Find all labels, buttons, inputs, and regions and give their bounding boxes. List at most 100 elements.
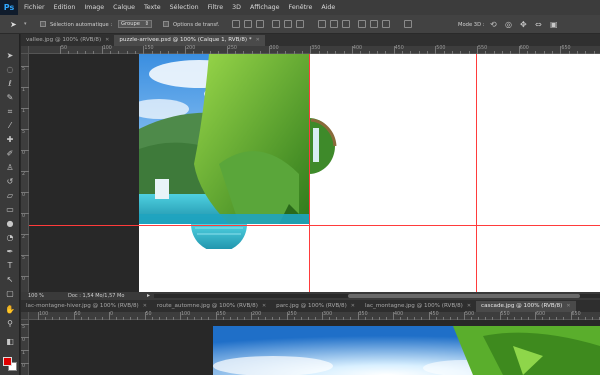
status-menu-arrow-icon[interactable]: ▸ xyxy=(147,292,150,299)
tab-parc[interactable]: parc.jpg @ 100% (RVB/8) ✕ xyxy=(271,301,360,312)
roll-3d-icon[interactable]: ◎ xyxy=(505,20,512,29)
close-icon[interactable]: ✕ xyxy=(105,35,109,46)
auto-select-checkbox[interactable] xyxy=(40,21,46,27)
ruler-tick xyxy=(357,312,359,320)
menu-selection[interactable]: Sélection xyxy=(170,4,199,11)
move-icon[interactable]: ➤ xyxy=(3,50,17,62)
ruler-label: 450 xyxy=(429,312,439,317)
align-top-icon[interactable] xyxy=(232,20,240,28)
auto-select-dropdown[interactable]: Groupe ⇕ xyxy=(118,20,152,28)
horizontal-guide[interactable] xyxy=(29,225,600,226)
rotate-3d-icon[interactable]: ⟲ xyxy=(490,20,497,29)
distribute-hcenter-icon[interactable] xyxy=(370,20,378,28)
ruler-label: 0 xyxy=(22,214,26,219)
align-hcenter-icon[interactable] xyxy=(284,20,292,28)
close-icon[interactable]: ✕ xyxy=(143,301,147,312)
distribute-top-icon[interactable] xyxy=(318,20,326,28)
menu-fenetre[interactable]: Fenêtre xyxy=(289,4,313,11)
menu-image[interactable]: Image xyxy=(84,4,104,11)
brush-icon[interactable]: ✐ xyxy=(3,148,17,160)
menu-affichage[interactable]: Affichage xyxy=(250,4,280,11)
vertical-guide-2[interactable] xyxy=(476,54,477,292)
default-colors-icon[interactable]: ◧ xyxy=(3,336,17,348)
menu-texte[interactable]: Texte xyxy=(144,4,161,11)
scrollbar-thumb[interactable] xyxy=(348,294,580,298)
tab-vallee[interactable]: vallee.jpg @ 100% (RVB/8) ✕ xyxy=(21,35,114,46)
close-icon[interactable]: ✕ xyxy=(351,301,355,312)
move-tool-icon[interactable]: ➤ xyxy=(10,20,17,29)
align-left-icon[interactable] xyxy=(272,20,280,28)
zoom-icon[interactable]: ⚲ xyxy=(3,318,17,330)
quick-select-icon[interactable]: ✎ xyxy=(3,92,17,104)
ruler-tick xyxy=(499,312,501,320)
scroll-left-icon[interactable] xyxy=(158,293,162,299)
ruler-label: 250 xyxy=(287,312,297,317)
zoom-level[interactable]: 100 % xyxy=(28,293,44,299)
align-right-icon[interactable] xyxy=(296,20,304,28)
ruler-tick xyxy=(21,255,29,256)
align-bottom-icon[interactable] xyxy=(256,20,264,28)
crop-icon[interactable]: ⌗ xyxy=(3,106,17,118)
menu-calque[interactable]: Calque xyxy=(113,4,135,11)
ruler-tick xyxy=(21,150,29,151)
close-icon[interactable]: ✕ xyxy=(467,301,471,312)
stamp-icon[interactable]: ♙ xyxy=(3,162,17,174)
ruler-tick xyxy=(21,324,29,325)
shape-icon[interactable]: ▢ xyxy=(3,288,17,300)
tab-lac-montagne-hiver[interactable]: lac-montagne-hiver.jpg @ 100% (RVB/8) ✕ xyxy=(21,301,152,312)
menu-fichier[interactable]: Fichier xyxy=(24,4,45,11)
canvas-workspace-bottom[interactable] xyxy=(29,320,600,375)
ruler-label: 0 xyxy=(22,151,26,156)
vertical-guide-1[interactable] xyxy=(309,54,310,292)
close-icon[interactable]: ✕ xyxy=(256,35,260,46)
canvas-workspace[interactable] xyxy=(29,54,600,292)
distribute-vcenter-icon[interactable] xyxy=(330,20,338,28)
menu-filtre[interactable]: Filtre xyxy=(208,4,223,11)
eraser-icon[interactable]: ▱ xyxy=(3,190,17,202)
align-vcenter-icon[interactable] xyxy=(244,20,252,28)
ruler-label: 200 xyxy=(252,312,262,317)
ruler-tick xyxy=(226,46,228,54)
drag-3d-icon[interactable]: ✥ xyxy=(520,20,527,29)
ruler-tick xyxy=(518,46,520,54)
transform-checkbox[interactable] xyxy=(163,21,169,27)
auto-align-icon[interactable] xyxy=(404,20,412,28)
tool-preset-dropdown-icon[interactable]: ▾ xyxy=(24,21,27,27)
ruler-label: 550 xyxy=(500,312,510,317)
path-select-icon[interactable]: ↖ xyxy=(3,274,17,286)
cascade-image[interactable] xyxy=(213,326,600,375)
gradient-icon[interactable]: ▭ xyxy=(3,204,17,216)
ruler-tick xyxy=(428,312,430,320)
tab-route-automne[interactable]: route_automne.jpg @ 100% (RVB/8) ✕ xyxy=(152,301,271,312)
eyedropper-icon[interactable]: ⁄ xyxy=(3,120,17,132)
marquee-icon[interactable]: ◌ xyxy=(3,64,17,76)
blur-icon[interactable]: ● xyxy=(3,218,17,230)
close-icon[interactable]: ✕ xyxy=(262,301,266,312)
tab-cascade[interactable]: cascade.jpg @ 100% (RVB/8) ✕ xyxy=(476,301,576,312)
menu-3d[interactable]: 3D xyxy=(232,4,241,11)
type-icon[interactable]: T xyxy=(3,260,17,272)
lasso-icon[interactable]: ℓ xyxy=(3,78,17,90)
distribute-right-icon[interactable] xyxy=(382,20,390,28)
close-icon[interactable]: ✕ xyxy=(566,301,570,312)
tab-lac-montagne[interactable]: lac_montagne.jpg @ 100% (RVB/8) ✕ xyxy=(360,301,476,312)
ruler-tick xyxy=(322,312,323,320)
mode-3d-label: Mode 3D : xyxy=(458,22,485,28)
menu-edition[interactable]: Edition xyxy=(54,4,76,11)
ruler-tick xyxy=(21,234,29,235)
healing-icon[interactable]: ✚ xyxy=(3,134,17,146)
distribute-bottom-icon[interactable] xyxy=(342,20,350,28)
slide-3d-icon[interactable]: ⇔ xyxy=(535,20,542,29)
foreground-color-swatch[interactable] xyxy=(3,357,12,366)
scale-3d-icon[interactable]: ▣ xyxy=(550,20,558,29)
distribute-left-icon[interactable] xyxy=(358,20,366,28)
horizontal-scrollbar[interactable] xyxy=(154,294,600,298)
menu-aide[interactable]: Aide xyxy=(321,4,335,11)
tab-puzzle-arrivee[interactable]: puzzle-arrivee.psd @ 100% (Calque 1, RVB… xyxy=(114,35,265,46)
hand-icon[interactable]: ✋ xyxy=(3,304,17,316)
history-brush-icon[interactable]: ↺ xyxy=(3,176,17,188)
ruler-label: 500 xyxy=(465,312,475,317)
dodge-icon[interactable]: ◔ xyxy=(3,232,17,244)
ruler-label: 5 xyxy=(22,256,26,261)
pen-icon[interactable]: ✒ xyxy=(3,246,17,258)
